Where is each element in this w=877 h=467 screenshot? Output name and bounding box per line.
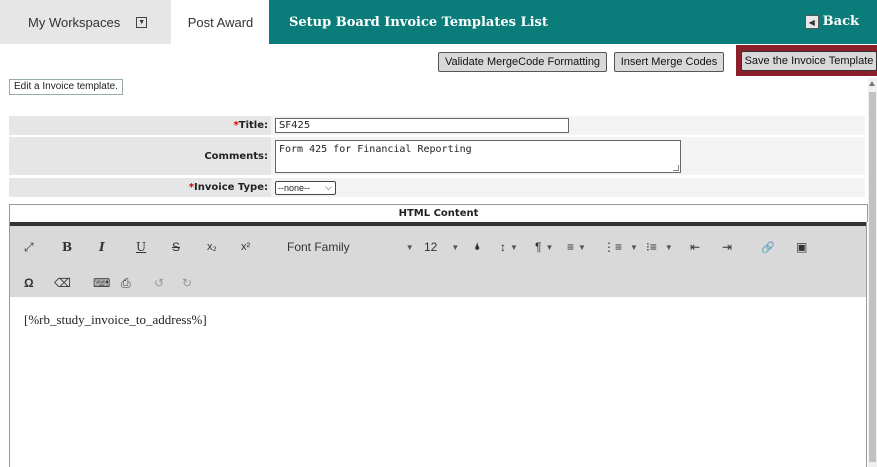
top-navigation: My Workspaces ▼ Post Award Setup Board I… [0,0,877,44]
superscript-button[interactable]: x² [241,238,250,256]
invoice-type-row: * Invoice Type: --none-- ⌵ [9,178,865,197]
comments-value-cell: Form 425 for Financial Reporting [271,137,865,175]
ordered-list-dropdown[interactable]: ⋮≡ ▼ [603,238,638,256]
paragraph-icon: ¶ [535,240,542,254]
validate-mergecode-button[interactable]: Validate MergeCode Formatting [438,52,607,72]
bullet-list-dropdown[interactable]: ⁝≡ ▼ [646,238,673,256]
invoice-type-selected: --none-- [278,182,311,193]
title-label: * Title: [9,116,271,135]
chevron-down-icon: ▼ [405,242,414,252]
align-icon: ≡ [567,240,575,254]
line-height-icon: ↕ [500,240,506,254]
font-family-label: Font Family [287,240,350,254]
comments-label: Comments: [9,137,271,175]
special-character-icon[interactable]: Ω [24,274,34,292]
strikethrough-button[interactable]: S [172,238,180,256]
fullscreen-icon[interactable]: ⤢ [24,238,34,256]
print-icon[interactable]: ⎙ [121,274,131,292]
chevron-down-icon: ▼ [578,242,586,252]
my-workspaces-tab[interactable]: My Workspaces ▼ [0,0,172,44]
scroll-thumb[interactable] [869,92,876,462]
page-title: Setup Board Invoice Templates List [289,14,548,30]
save-invoice-template-button[interactable]: Save the Invoice Template [741,51,877,71]
chevron-down-icon: ▼ [451,242,460,252]
font-size-value: 12 [424,240,438,254]
font-size-dropdown[interactable]: 12 ▼ [424,238,459,256]
html-content-header: HTML Content [9,204,868,222]
back-label: Back [822,14,859,29]
eraser-icon[interactable]: ⌫ [54,274,71,292]
page-title-bar: Setup Board Invoice Templates List ◀ Bac… [269,0,877,44]
bullet-list-icon: ⁝≡ [646,240,657,254]
editor-toolbar: ⤢ B I U S x₂ x² Font Family ▼ 12 ▼ 🌢 ↕ ▼… [10,222,866,297]
comments-row: Comments: Form 425 for Financial Reporti… [9,137,865,175]
link-icon[interactable]: 🔗 [761,238,775,256]
underline-button[interactable]: U [136,238,146,256]
invoice-type-label-text: Invoice Type: [194,182,268,193]
post-award-label: Post Award [187,14,254,30]
invoice-type-select[interactable]: --none-- ⌵ [275,180,336,195]
ordered-list-icon: ⋮≡ [603,240,623,254]
text-color-icon[interactable]: 🌢 [474,238,481,256]
title-row: * Title: SF425 [9,116,865,135]
chevron-down-icon: ▼ [510,242,518,252]
font-family-dropdown[interactable]: Font Family ▼ [287,238,414,256]
workspaces-dropdown-icon[interactable]: ▼ [136,16,148,28]
undo-icon[interactable]: ↺ [154,274,164,292]
chevron-down-icon: ▼ [545,242,554,252]
image-icon[interactable]: ▣ [796,238,807,256]
title-input[interactable]: SF425 [275,118,569,133]
redo-icon[interactable]: ↻ [182,274,192,292]
chevron-down-icon: ⌵ [325,182,332,192]
indent-icon[interactable]: ⇥ [722,238,732,256]
outdent-icon[interactable]: ⇤ [690,238,700,256]
chevron-down-icon: ▼ [630,242,638,252]
html-editor: ⤢ B I U S x₂ x² Font Family ▼ 12 ▼ 🌢 ↕ ▼… [9,222,867,467]
comments-textarea[interactable]: Form 425 for Financial Reporting [275,139,681,173]
chevron-down-icon: ▼ [664,242,673,252]
resize-grip-icon[interactable] [673,164,679,171]
editor-content[interactable]: [%rb_study_invoice_to_address%] [24,312,207,328]
back-button[interactable]: ◀ Back [804,14,859,29]
subscript-button[interactable]: x₂ [207,238,217,256]
scroll-up-icon[interactable] [869,81,875,86]
title-label-text: Title: [238,120,268,131]
invoice-type-label: * Invoice Type: [9,178,271,197]
page-scrollbar[interactable] [868,78,877,467]
insert-merge-codes-button[interactable]: Insert Merge Codes [614,52,724,72]
paragraph-format-dropdown[interactable]: ¶ ▼ [535,238,553,256]
back-arrow-icon: ◀ [804,14,819,29]
title-value-cell: SF425 [271,116,865,135]
keyboard-icon[interactable]: ⌨ [93,274,110,292]
bold-button[interactable]: B [62,238,72,256]
line-height-dropdown[interactable]: ↕ ▼ [500,238,518,256]
my-workspaces-label: My Workspaces [28,14,121,30]
align-dropdown[interactable]: ≡ ▼ [567,238,586,256]
page-hint: Edit a Invoice template. [9,79,123,95]
comments-text: Form 425 for Financial Reporting [279,143,472,155]
post-award-tab[interactable]: Post Award [172,0,269,44]
invoice-type-value-cell: --none-- ⌵ [271,178,865,197]
italic-button[interactable]: I [99,238,105,256]
